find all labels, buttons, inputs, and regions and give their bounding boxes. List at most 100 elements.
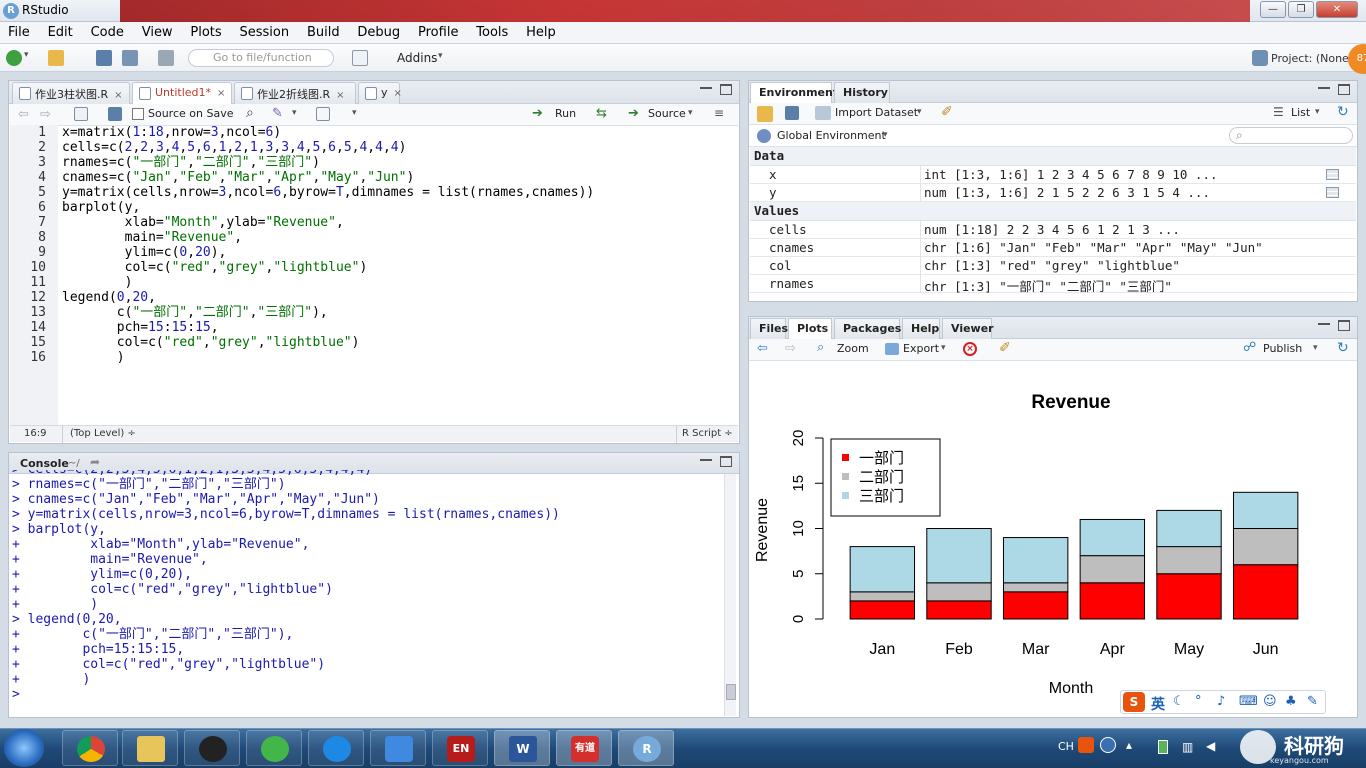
new-file-icon[interactable]	[6, 50, 22, 66]
skin-icon[interactable]: ♣	[1285, 694, 1297, 709]
code-line[interactable]: main="Revenue",	[62, 230, 736, 245]
menu-plots[interactable]: Plots	[190, 22, 221, 40]
code-line[interactable]: rnames=c("一部门","二部门","三部门")	[62, 155, 736, 170]
code-line[interactable]: xlab="Month",ylab="Revenue",	[62, 215, 736, 230]
previous-plot-icon[interactable]: ⇦	[757, 341, 768, 356]
tab-environment[interactable]: Environment	[750, 82, 838, 103]
taskbar-feishu[interactable]	[370, 730, 426, 766]
env-row-col[interactable]: col chr [1:3] "red" "grey" "lightblue"	[750, 257, 1356, 275]
network-icon[interactable]: ▥	[1182, 740, 1193, 754]
view-data-grid-icon[interactable]	[1326, 187, 1339, 198]
chevron-down-icon[interactable]: ▾	[688, 108, 693, 118]
minimize-pane-icon[interactable]	[1318, 322, 1330, 325]
save-icon[interactable]	[108, 107, 122, 121]
code-editor[interactable]: x=matrix(1:18,nrow=3,ncol=6) cells=c(2,2,…	[62, 125, 736, 425]
console-scrollbar[interactable]	[724, 474, 736, 716]
grid-layout-icon[interactable]	[352, 50, 368, 66]
remove-plot-icon[interactable]: ×	[963, 342, 977, 356]
open-folder-icon[interactable]	[48, 50, 64, 66]
chevron-down-icon[interactable]: ▾	[292, 108, 297, 118]
close-tab-icon[interactable]: ×	[217, 88, 225, 99]
next-plot-icon[interactable]: ⇨	[785, 341, 796, 356]
chevron-down-icon[interactable]: ▾	[352, 108, 357, 118]
code-line[interactable]: x=matrix(1:18,nrow=3,ncol=6)	[62, 125, 736, 140]
console-output[interactable]: > cells=c(2,2,3,4,5,6,1,2,1,3,3,4,5,6,5,…	[12, 470, 740, 716]
save-icon[interactable]	[96, 50, 112, 66]
env-row-cells[interactable]: cells num [1:18] 2 2 3 4 5 6 1 2 1 3 ...	[750, 221, 1356, 239]
maximize-pane-icon[interactable]	[1338, 84, 1350, 95]
close-tab-icon[interactable]: ×	[394, 88, 402, 99]
magic-wand-icon[interactable]: ✎	[272, 106, 283, 121]
run-button[interactable]: Run	[555, 107, 576, 120]
code-line[interactable]: cnames=c("Jan","Feb","Mar","Apr","May","…	[62, 170, 736, 185]
menu-debug[interactable]: Debug	[357, 22, 400, 40]
chevron-down-icon[interactable]: ▾	[917, 107, 922, 117]
ime-language-toggle[interactable]: 英	[1151, 694, 1165, 714]
code-line[interactable]: pch=15:15:15,	[62, 320, 736, 335]
broom-icon[interactable]: ✐	[999, 340, 1011, 356]
env-row-y[interactable]: y num [1:3, 1:6] 2 1 5 2 2 6 3 1 5 4 ...	[750, 184, 1356, 202]
forward-arrow-icon[interactable]: ⇨	[40, 107, 51, 122]
env-row-cnames[interactable]: cnames chr [1:6] "Jan" "Feb" "Mar" "Apr" …	[750, 239, 1356, 257]
save-icon[interactable]	[785, 106, 799, 120]
tab-zuoye2[interactable]: 作业2折线图.R ×	[234, 82, 356, 104]
tab-files[interactable]: Files	[750, 318, 788, 339]
zoom-button[interactable]: Zoom	[837, 342, 869, 355]
outline-icon[interactable]	[316, 107, 330, 121]
view-data-grid-icon[interactable]	[1326, 169, 1339, 180]
user-icon[interactable]: ☺	[1263, 694, 1277, 709]
tab-zuoye3[interactable]: 作业3柱状图.R ×	[12, 82, 130, 104]
project-label[interactable]: Project: (None)	[1271, 52, 1353, 65]
publish-button[interactable]: Publish	[1263, 342, 1302, 355]
chevron-down-icon[interactable]: ▾	[1313, 343, 1318, 353]
print-icon[interactable]	[158, 50, 174, 66]
minimize-pane-icon[interactable]	[1318, 86, 1330, 89]
taskbar-rstudio[interactable]: R	[618, 730, 674, 766]
addins-menu[interactable]: Addins	[397, 51, 437, 65]
code-line[interactable]: cells=c(2,2,3,4,5,6,1,2,1,3,3,4,5,6,5,4,…	[62, 140, 736, 155]
microphone-icon[interactable]: ♪	[1217, 694, 1225, 709]
tab-y[interactable]: y ×	[358, 82, 402, 104]
go-to-directory-icon[interactable]: ➦	[90, 455, 100, 469]
export-button[interactable]: Export	[903, 342, 939, 355]
sogou-logo-icon[interactable]: S	[1123, 692, 1145, 712]
maximize-button[interactable]: ❐	[1288, 1, 1314, 18]
keyboard-icon[interactable]: ⌨	[1239, 694, 1258, 709]
scrollbar-thumb[interactable]	[726, 684, 736, 700]
chevron-down-icon[interactable]: ▾	[24, 50, 29, 60]
moon-icon[interactable]: ☾	[1173, 694, 1185, 709]
chevron-down-icon[interactable]: ▾	[438, 51, 443, 61]
menu-build[interactable]: Build	[307, 22, 340, 40]
menu-code[interactable]: Code	[91, 22, 124, 40]
taskbar-word[interactable]: W	[494, 730, 550, 766]
code-line[interactable]: col=c("red","grey","lightblue")	[62, 260, 736, 275]
env-section-values[interactable]: Values	[750, 202, 1356, 221]
taskbar-wechat[interactable]	[246, 730, 302, 766]
tools-icon[interactable]: ✎	[1307, 694, 1318, 709]
environment-scope-selector[interactable]: Global Environment	[777, 129, 886, 142]
scope-selector[interactable]: (Top Level) ÷	[70, 428, 136, 439]
maximize-pane-icon[interactable]	[720, 456, 732, 467]
menu-view[interactable]: View	[142, 22, 173, 40]
env-row-x[interactable]: x int [1:3, 1:6] 1 2 3 4 5 6 7 8 9 10 ...	[750, 166, 1356, 184]
taskbar-endnote[interactable]: EN	[432, 730, 488, 766]
minimize-pane-icon[interactable]	[700, 86, 712, 89]
minimize-pane-icon[interactable]	[700, 458, 712, 461]
code-line[interactable]: ylim=c(0,20),	[62, 245, 736, 260]
tab-history[interactable]: History	[834, 82, 890, 103]
environment-search-input[interactable]: ⌕	[1229, 127, 1353, 144]
load-workspace-icon[interactable]	[757, 106, 773, 122]
code-line[interactable]: )	[62, 350, 736, 365]
menu-tools[interactable]: Tools	[476, 22, 508, 40]
tab-viewer[interactable]: Viewer	[942, 318, 994, 339]
goto-file-input[interactable]: Go to file/function	[188, 49, 334, 67]
code-line[interactable]: )	[62, 275, 736, 290]
taskbar-youdao[interactable]: 有道	[556, 730, 612, 766]
tab-packages[interactable]: Packages	[834, 318, 901, 339]
tab-untitled1[interactable]: Untitled1* ×	[132, 82, 232, 104]
broom-icon[interactable]: ✐	[941, 104, 953, 120]
source-on-save-checkbox[interactable]	[132, 108, 144, 120]
menu-profile[interactable]: Profile	[418, 22, 458, 40]
chevron-down-icon[interactable]: ▾	[883, 130, 888, 140]
close-tab-icon[interactable]: ×	[114, 90, 122, 101]
